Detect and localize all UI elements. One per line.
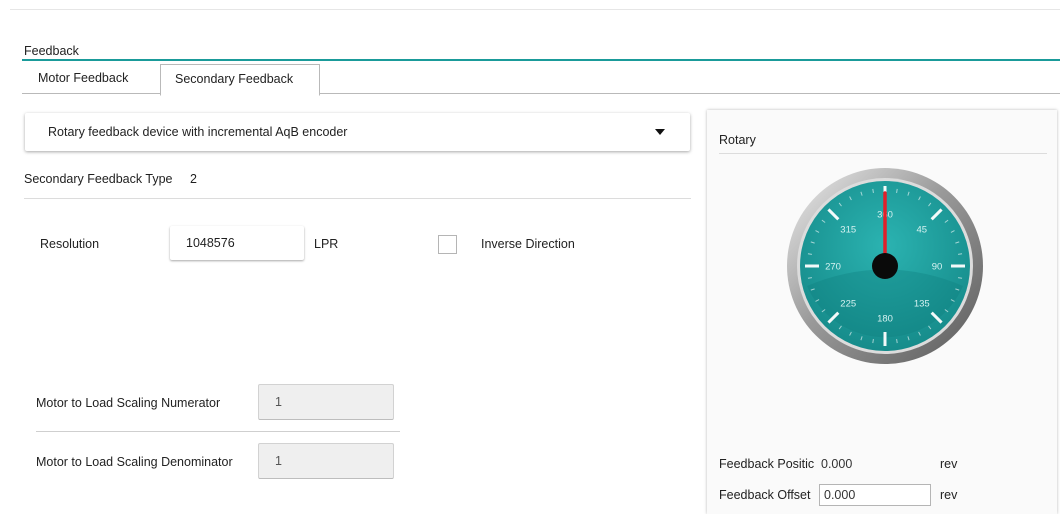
secondary-feedback-type-label: Secondary Feedback Type xyxy=(24,172,173,186)
inverse-direction-checkbox[interactable] xyxy=(438,235,457,254)
resolution-unit: LPR xyxy=(314,237,339,251)
tab-motor-feedback[interactable]: Motor Feedback xyxy=(24,64,142,93)
gauge-label-180: 180 xyxy=(877,314,893,325)
divider xyxy=(719,153,1047,154)
feedback-offset-value: 0.000 xyxy=(824,488,856,502)
device-type-dropdown[interactable]: Rotary feedback device with incremental … xyxy=(25,113,690,151)
rotary-panel-title: Rotary xyxy=(719,133,756,147)
gauge-label-270: 270 xyxy=(825,262,841,273)
tab-secondary-feedback[interactable]: Secondary Feedback xyxy=(160,64,320,96)
resolution-input[interactable]: 1048576 xyxy=(170,226,304,260)
feedback-offset-input[interactable]: 0.000 xyxy=(819,484,931,506)
scaling-numerator-input[interactable]: 1 xyxy=(258,384,394,420)
resolution-value: 1048576 xyxy=(186,236,235,250)
tab-bar: Motor Feedback Secondary Feedback xyxy=(22,62,1060,96)
divider xyxy=(36,431,400,432)
secondary-feedback-type-value: 2 xyxy=(189,172,197,186)
caret-down-icon xyxy=(655,129,665,135)
gauge-hub xyxy=(872,253,898,279)
feedback-offset-label: Feedback Offset xyxy=(719,488,811,502)
inverse-direction-label: Inverse Direction xyxy=(481,237,575,251)
gauge-label-225: 225 xyxy=(840,298,856,309)
gauge-minor-tick xyxy=(958,277,963,279)
scaling-numerator-label: Motor to Load Scaling Numerator xyxy=(36,396,221,410)
secondary-feedback-type: Secondary Feedback Type 2 xyxy=(24,172,197,186)
feedback-position-value: 0.000 xyxy=(821,457,853,471)
gauge-minor-tick xyxy=(807,277,812,279)
top-divider xyxy=(10,9,1060,10)
scaling-denominator-input[interactable]: 1 xyxy=(258,443,394,479)
scaling-denominator-label: Motor to Load Scaling Denominator xyxy=(36,455,233,469)
gauge-label-90: 90 xyxy=(932,262,943,273)
rotary-panel: Rotary 360 45 90 135 180 225 270 xyxy=(707,110,1057,514)
scaling-denominator-value: 1 xyxy=(275,454,282,468)
feedback-position-label: Feedback Positic xyxy=(719,457,815,471)
section-divider xyxy=(22,59,1060,61)
gauge-label-45: 45 xyxy=(916,225,927,236)
gauge-label-315: 315 xyxy=(840,225,856,236)
resolution-label: Resolution xyxy=(40,237,100,251)
gauge-label-135: 135 xyxy=(914,298,930,309)
gauge-minor-tick xyxy=(807,253,812,255)
feedback-position-unit: rev xyxy=(940,457,958,471)
rotary-gauge: 360 45 90 135 180 225 270 315 xyxy=(787,168,983,364)
device-type-value: Rotary feedback device with incremental … xyxy=(48,125,348,139)
gauge-minor-tick xyxy=(872,339,874,344)
gauge-minor-tick xyxy=(896,339,898,344)
feedback-offset-unit: rev xyxy=(940,488,958,502)
gauge-minor-tick xyxy=(958,253,963,255)
gauge-minor-tick xyxy=(872,188,874,193)
section-title: Feedback xyxy=(24,44,79,58)
divider xyxy=(24,198,691,199)
gauge-minor-tick xyxy=(896,188,898,193)
scaling-numerator-value: 1 xyxy=(275,395,282,409)
